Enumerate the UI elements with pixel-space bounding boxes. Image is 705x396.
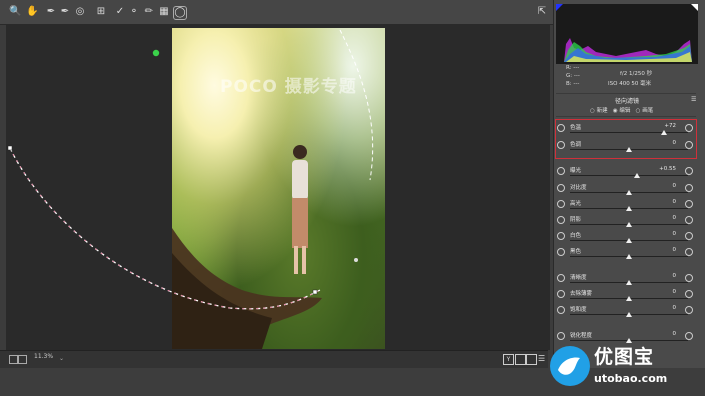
slider-row[interactable]: 黑色 0	[556, 247, 696, 261]
slider-label: 黑色	[570, 249, 582, 255]
r-readout: R: ---	[566, 65, 580, 71]
minus-icon[interactable]	[557, 248, 565, 256]
minus-icon[interactable]	[557, 290, 565, 298]
slider-row[interactable]: 对比度 0	[556, 183, 696, 197]
aperture-shutter: f/2 1/250 秒	[620, 71, 653, 77]
status-bar: ⌄ Y ☰	[0, 350, 548, 369]
bird-icon	[550, 346, 590, 386]
zoom-in-icon[interactable]	[18, 355, 27, 364]
highlight-box	[555, 119, 697, 159]
slider-label: 对比度	[570, 185, 587, 191]
before-after-split-icon[interactable]	[515, 354, 526, 365]
slider-track[interactable]	[570, 175, 688, 176]
slider-value[interactable]: 0	[673, 215, 677, 221]
slider-label: 曝光	[570, 168, 582, 174]
plus-icon[interactable]	[685, 200, 693, 208]
plus-icon[interactable]	[685, 167, 693, 175]
mode-selector: ○ 新建 ◉ 编辑 ○ 画笔	[590, 106, 653, 114]
slider-value[interactable]: 0	[673, 231, 677, 237]
plus-icon[interactable]	[685, 332, 693, 340]
slider-label: 白色	[570, 233, 582, 239]
panel-title: 径向滤镜	[614, 98, 639, 105]
histogram	[556, 4, 698, 64]
swap-before-after-icon[interactable]	[526, 354, 537, 365]
minus-icon[interactable]	[557, 306, 565, 314]
slider-row[interactable]: 高光 0	[556, 199, 696, 213]
before-after-y-icon[interactable]: Y	[503, 354, 514, 365]
panel-menu-icon[interactable]: ☰	[691, 96, 696, 103]
slider-row[interactable]: 饱和度 0	[556, 305, 696, 319]
g-readout: G: ---	[566, 73, 580, 79]
slider-value[interactable]: 0	[673, 199, 677, 205]
minus-icon[interactable]	[557, 274, 565, 282]
camera-info: R: --- G: --- B: --- f/2 1/250 秒 ISO 400…	[556, 64, 698, 94]
b-readout: B: ---	[566, 81, 580, 87]
brand-logo: 优图宝 utobao.com	[548, 342, 705, 396]
plus-icon[interactable]	[685, 216, 693, 224]
slider-row[interactable]: 去除薄雾 0	[556, 289, 696, 303]
slider-label: 阴影	[570, 217, 582, 223]
divider	[556, 93, 696, 94]
mode-new-label: 新建	[596, 108, 608, 114]
plus-icon[interactable]	[685, 232, 693, 240]
slider-value[interactable]: 0	[673, 247, 677, 253]
slider-label: 饱和度	[570, 307, 587, 313]
slider-value[interactable]: 0	[673, 273, 677, 279]
slider-row[interactable]: 清晰度 0	[556, 273, 696, 287]
slider-label: 高光	[570, 201, 582, 207]
plus-icon[interactable]	[685, 306, 693, 314]
slider-value[interactable]: 0	[673, 289, 677, 295]
slider-value[interactable]: 0	[673, 183, 677, 189]
fit-view-icon[interactable]	[9, 355, 18, 364]
zoom-dropdown-icon[interactable]: ⌄	[59, 355, 64, 362]
slider-knob[interactable]	[626, 254, 632, 259]
slider-value[interactable]: 0	[673, 305, 677, 311]
divider	[556, 116, 696, 117]
plus-icon[interactable]	[685, 290, 693, 298]
mode-brush-radio[interactable]: ○ 画笔	[636, 108, 654, 114]
minus-icon[interactable]	[557, 332, 565, 340]
mode-new-radio[interactable]: ○ 新建	[590, 108, 608, 114]
minus-icon[interactable]	[557, 167, 565, 175]
mode-edit-radio[interactable]: ◉ 编辑	[613, 108, 631, 114]
slider-row[interactable]: 白色 0	[556, 231, 696, 245]
brand-url: utobao.com	[594, 372, 668, 385]
slider-knob[interactable]	[626, 238, 632, 243]
slider-knob[interactable]	[634, 173, 641, 178]
minus-icon[interactable]	[557, 232, 565, 240]
slider-knob[interactable]	[626, 280, 632, 285]
minus-icon[interactable]	[557, 200, 565, 208]
slider-label: 锐化程度	[570, 333, 593, 339]
slider-label: 去除薄雾	[570, 291, 593, 297]
slider-value[interactable]: 0	[673, 331, 677, 337]
plus-icon[interactable]	[685, 248, 693, 256]
zoom-level[interactable]: 11.3%	[34, 353, 53, 360]
slider-knob[interactable]	[626, 296, 632, 301]
minus-icon[interactable]	[557, 216, 565, 224]
slider-row[interactable]: 阴影 0	[556, 215, 696, 229]
slider-knob[interactable]	[626, 206, 632, 211]
menu-icon[interactable]: ☰	[538, 354, 547, 363]
slider-label: 清晰度	[570, 275, 587, 281]
slider-row[interactable]: 曝光 +0.55	[556, 166, 696, 180]
slider-knob[interactable]	[626, 222, 632, 227]
slider-knob[interactable]	[626, 190, 632, 195]
plus-icon[interactable]	[685, 274, 693, 282]
plus-icon[interactable]	[685, 184, 693, 192]
mode-brush-label: 画笔	[642, 108, 654, 114]
radial-filter-outline[interactable]	[0, 0, 550, 350]
iso-focal: ISO 400 50 毫米	[608, 81, 652, 87]
mode-edit-label: 编辑	[619, 108, 631, 114]
slider-knob[interactable]	[626, 312, 632, 317]
slider-value[interactable]: +0.55	[659, 166, 676, 172]
minus-icon[interactable]	[557, 184, 565, 192]
brand-name: 优图宝	[594, 346, 655, 368]
